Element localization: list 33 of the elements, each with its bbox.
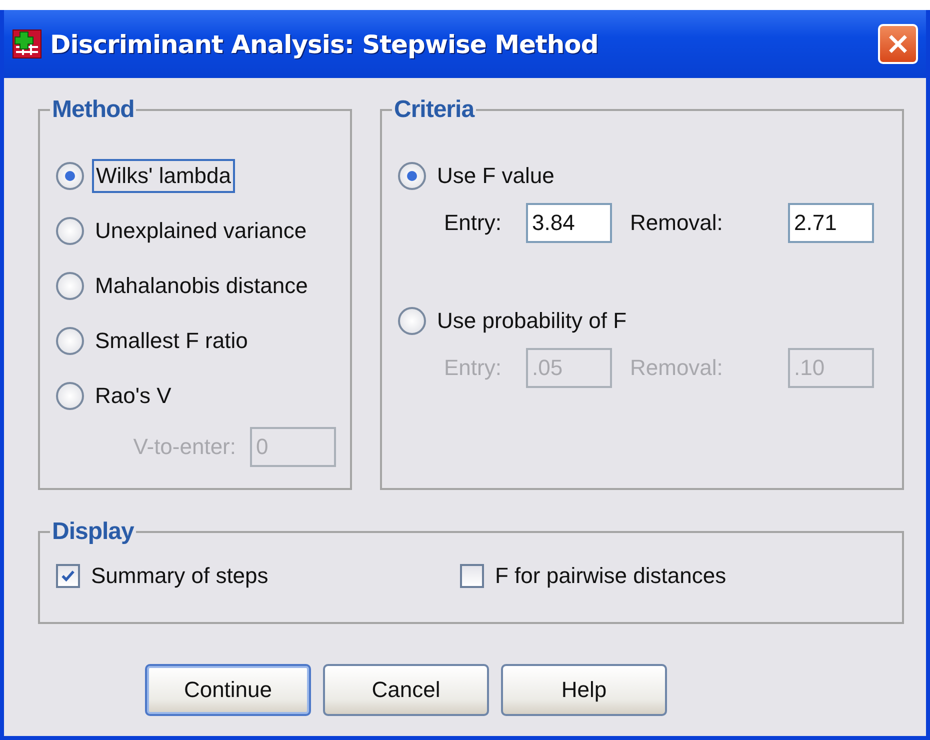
checkbox[interactable] <box>460 564 484 588</box>
dialog-button[interactable]: Help <box>501 664 667 716</box>
checkbox[interactable] <box>56 564 80 588</box>
field-label: Removal: <box>630 210 724 236</box>
radio-button[interactable] <box>56 272 84 300</box>
radio-button[interactable] <box>56 326 84 354</box>
dialog-button[interactable]: Cancel <box>323 664 489 716</box>
radio-label[interactable]: Smallest F ratio <box>92 324 251 356</box>
input-field[interactable]: 2.71 <box>788 203 874 243</box>
group-title: Method <box>51 96 136 124</box>
radio-button[interactable] <box>398 162 426 190</box>
radio-label[interactable]: Rao's V <box>92 380 174 412</box>
radio-label[interactable]: Unexplained variance <box>92 214 310 246</box>
field-label: Entry: <box>444 355 502 381</box>
field-label: Entry: <box>444 210 502 236</box>
radio-button[interactable] <box>56 162 84 190</box>
radio-label[interactable]: Use F value <box>434 160 558 192</box>
group-title: Display <box>51 518 135 546</box>
checkbox-label[interactable]: Summary of steps <box>88 560 272 592</box>
radio-label[interactable]: Wilks' lambda <box>92 158 236 192</box>
input-field[interactable]: 3.84 <box>526 203 612 243</box>
window-title: Discriminant Analysis: Stepwise Method <box>50 30 600 58</box>
radio-label[interactable]: Mahalanobis distance <box>92 270 311 302</box>
dialog-button[interactable]: Continue <box>145 664 311 716</box>
radio-button[interactable] <box>56 216 84 244</box>
close-icon <box>887 33 909 55</box>
checkbox-label[interactable]: F for pairwise distances <box>492 560 730 592</box>
app-icon <box>12 29 42 59</box>
group-title: Criteria <box>393 96 476 124</box>
close-button[interactable] <box>878 24 918 64</box>
field-label: V-to-enter: <box>133 434 236 460</box>
radio-button[interactable] <box>56 382 84 410</box>
field-label: Removal: <box>630 355 724 381</box>
